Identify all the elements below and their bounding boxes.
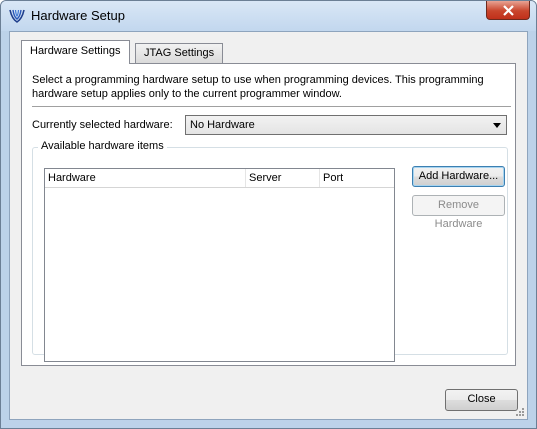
hardware-select[interactable]: No Hardware — [185, 115, 507, 135]
close-button[interactable]: Close — [445, 389, 518, 411]
column-server[interactable]: Server — [246, 169, 320, 187]
add-hardware-button[interactable]: Add Hardware... — [412, 166, 505, 187]
list-header: Hardware Server Port — [45, 169, 394, 188]
chevron-down-icon[interactable] — [493, 123, 501, 128]
hardware-select-value: No Hardware — [190, 119, 255, 131]
tab-jtag-settings[interactable]: JTAG Settings — [135, 43, 224, 63]
altera-logo-icon — [9, 9, 25, 23]
tab-hardware-settings[interactable]: Hardware Settings — [21, 40, 130, 64]
hardware-list[interactable]: Hardware Server Port — [44, 168, 395, 362]
column-hardware[interactable]: Hardware — [45, 169, 246, 187]
hardware-settings-panel: Select a programming hardware setup to u… — [21, 63, 516, 366]
column-port[interactable]: Port — [320, 169, 394, 187]
description-text: Select a programming hardware setup to u… — [32, 74, 484, 100]
dialog-client-area: Hardware Settings JTAG Settings Select a… — [9, 31, 528, 420]
separator — [32, 106, 511, 108]
hardware-setup-window: Hardware Setup Hardware Settings JTAG Se… — [0, 0, 537, 429]
remove-hardware-button[interactable]: Remove Hardware — [412, 195, 505, 230]
close-icon — [503, 5, 514, 16]
resize-grip-icon[interactable] — [515, 407, 525, 417]
available-hardware-group: Available hardware items Hardware Server… — [32, 140, 508, 362]
available-hardware-label: Available hardware items — [38, 140, 167, 152]
window-title: Hardware Setup — [31, 8, 125, 23]
close-window-button[interactable] — [486, 1, 530, 20]
title-bar[interactable]: Hardware Setup — [1, 1, 536, 31]
selected-hardware-label: Currently selected hardware: — [32, 119, 173, 131]
